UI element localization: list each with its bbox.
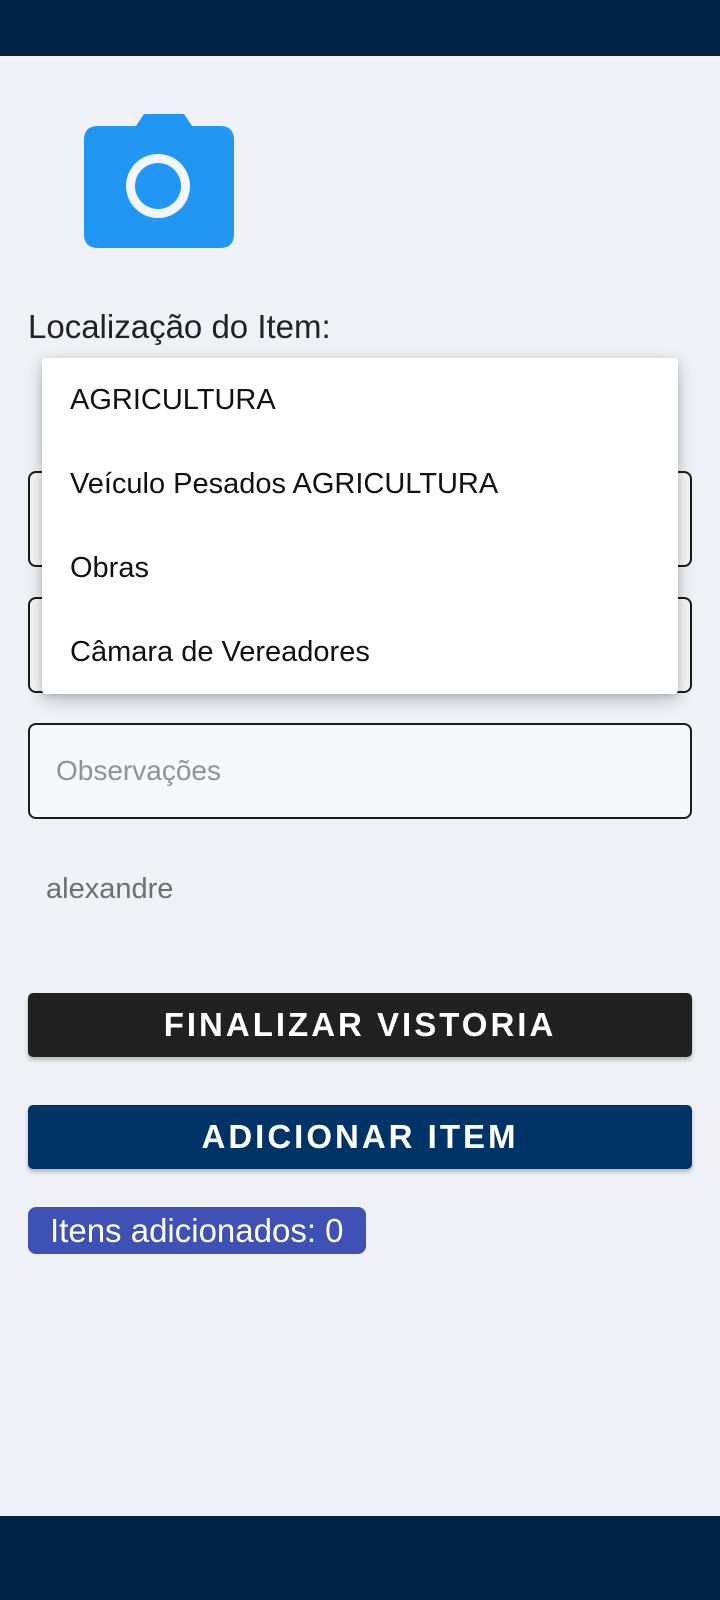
status-bar <box>0 0 720 56</box>
add-item-button[interactable]: ADICIONAR ITEM <box>28 1105 692 1169</box>
finalize-inspection-button[interactable]: FINALIZAR VISTORIA <box>28 993 692 1057</box>
location-label: Localização do Item: <box>28 308 331 345</box>
dropdown-option[interactable]: Câmara de Vereadores <box>42 610 678 694</box>
items-added-badge: Itens adicionados: 0 <box>28 1207 366 1254</box>
user-name: alexandre <box>46 873 174 905</box>
observations-field[interactable] <box>28 723 692 819</box>
location-dropdown-menu: AGRICULTURA Veículo Pesados AGRICULTURA … <box>42 358 678 694</box>
camera-icon <box>84 114 234 248</box>
dropdown-option[interactable]: Veículo Pesados AGRICULTURA <box>42 442 678 526</box>
camera-button[interactable] <box>84 114 234 248</box>
observations-input[interactable] <box>30 725 690 817</box>
dropdown-option[interactable]: Obras <box>42 526 678 610</box>
dropdown-option[interactable]: AGRICULTURA <box>42 358 678 442</box>
navigation-bar <box>0 1516 720 1600</box>
